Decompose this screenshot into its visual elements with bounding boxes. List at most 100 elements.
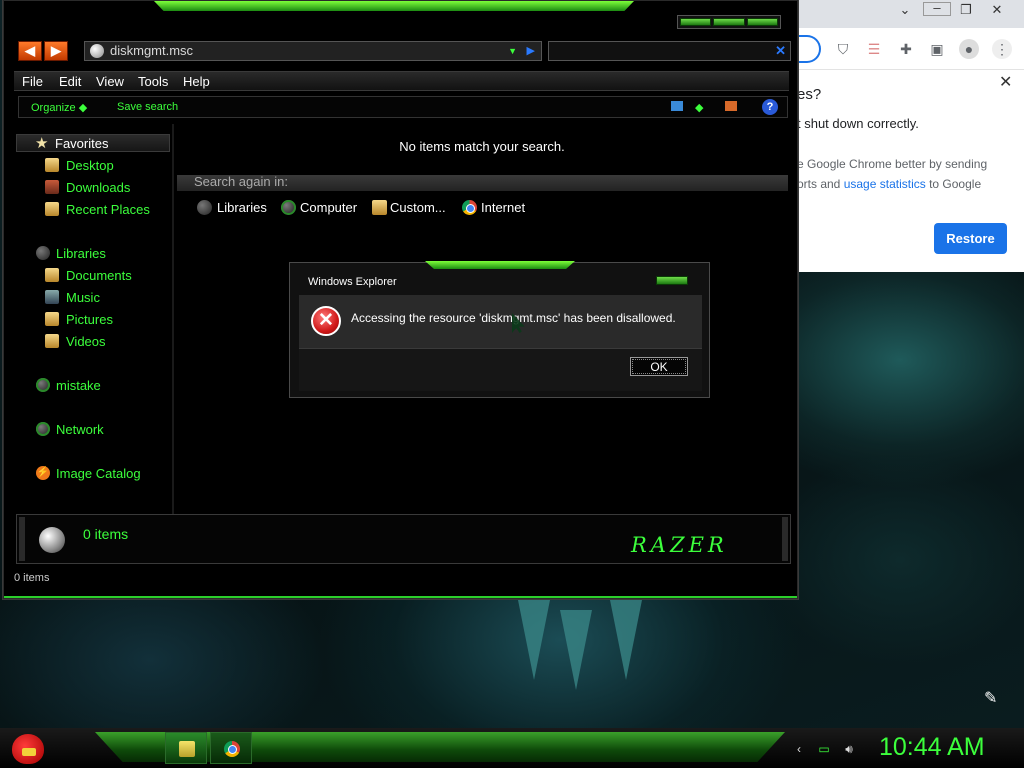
preview-pane-icon[interactable] <box>725 101 737 111</box>
nav-item-pictures[interactable]: Pictures <box>66 312 113 327</box>
bubble-close-icon[interactable]: ✕ <box>999 72 1012 92</box>
view-options-icon[interactable]: ◆ <box>695 101 703 114</box>
help-icon[interactable]: ? <box>762 99 778 115</box>
forward-button[interactable]: ▶ <box>44 41 68 61</box>
videos-icon <box>45 334 59 348</box>
dialog-close-button[interactable] <box>656 276 688 285</box>
recent-places-icon <box>45 202 59 216</box>
view-icon[interactable] <box>671 101 683 111</box>
nav-item-image-catalog[interactable]: Image Catalog <box>56 466 141 481</box>
search-input[interactable]: ✕ <box>548 41 791 61</box>
nav-item-downloads[interactable]: Downloads <box>66 180 130 195</box>
chevron-down-icon[interactable]: ⌄ <box>891 0 919 20</box>
custom-folder-icon <box>372 200 387 215</box>
nav-item-music[interactable]: Music <box>66 290 100 305</box>
nav-item-desktop[interactable]: Desktop <box>66 158 114 173</box>
search-in-internet[interactable]: Internet <box>481 200 525 215</box>
razer-logo: RAZER <box>631 533 728 557</box>
folder-icon <box>179 741 195 757</box>
details-frame-right <box>782 517 788 561</box>
tray-arrow-icon[interactable]: ‹ <box>792 742 806 756</box>
close-button[interactable] <box>746 18 778 26</box>
restore-bubble-body-line2: orts and usage statistics to Google <box>797 177 981 191</box>
chrome-icon <box>462 200 477 215</box>
menu-tools[interactable]: Tools <box>138 74 168 89</box>
taskbar-clock[interactable]: 10:44 AM <box>879 733 985 762</box>
usage-statistics-link[interactable]: usage statistics <box>844 177 926 191</box>
dialog-top-glow <box>425 261 575 269</box>
close-icon[interactable]: ✕ <box>983 0 1011 20</box>
restore-bubble-subtitle: t shut down correctly. <box>797 116 919 131</box>
nav-item-videos[interactable]: Videos <box>66 334 106 349</box>
wallpaper-fang <box>610 600 642 680</box>
chrome-icon <box>224 741 240 757</box>
translate-icon[interactable]: ☰ <box>864 39 884 59</box>
battery-icon[interactable]: ▭ <box>817 742 831 756</box>
details-pane: 0 items RAZER <box>16 514 791 564</box>
navigation-row: ◀ ▶ diskmgmt.msc ▼ ▶ ✕ <box>18 41 793 63</box>
organize-button[interactable]: Organize ◆ <box>31 101 87 114</box>
organize-label: Organize <box>31 102 76 114</box>
back-button[interactable]: ◀ <box>18 41 42 61</box>
minimize-button[interactable] <box>680 18 712 26</box>
search-in-computer[interactable]: Computer <box>300 200 357 215</box>
menu-edit[interactable]: Edit <box>59 74 81 89</box>
pictures-icon <box>45 312 59 326</box>
search-again-label: Search again in: <box>194 174 288 189</box>
search-orb-icon <box>39 527 65 553</box>
menu-bar: File Edit View Tools Help <box>14 71 789 91</box>
nav-item-mistake[interactable]: mistake <box>56 378 101 393</box>
body-text: to Google <box>925 177 982 191</box>
desktop-icon <box>45 158 59 172</box>
maximize-button[interactable] <box>713 18 745 26</box>
menu-file[interactable]: File <box>22 74 43 89</box>
nav-item-documents[interactable]: Documents <box>66 268 132 283</box>
command-bar: Organize ◆ Save search ◆ ? <box>18 96 788 118</box>
menu-view[interactable]: View <box>96 74 124 89</box>
ok-button[interactable]: OK <box>630 357 688 376</box>
omnibox[interactable] <box>797 35 821 63</box>
downloads-icon <box>45 180 59 194</box>
pencil-icon[interactable]: ✎ <box>984 688 997 708</box>
chevron-down-icon[interactable]: ▼ <box>508 42 517 60</box>
menu-icon[interactable]: ⋮ <box>992 39 1012 59</box>
taskbar-explorer-button[interactable] <box>165 732 207 764</box>
start-button[interactable] <box>8 728 48 768</box>
nav-item-libraries[interactable]: Libraries <box>56 246 106 261</box>
go-arrow-icon[interactable]: ▶ <box>527 42 535 60</box>
search-file-icon <box>90 44 104 58</box>
minimize-button[interactable]: – <box>923 1 951 16</box>
pane-divider[interactable] <box>172 124 174 514</box>
favorites-header[interactable]: ★ Favorites <box>16 134 170 152</box>
status-bar: 0 items <box>14 572 50 584</box>
search-in-custom[interactable]: Custom... <box>390 200 446 215</box>
ublock-icon[interactable]: ⛉ <box>833 39 853 59</box>
address-text: diskmgmt.msc <box>110 43 194 58</box>
search-in-libraries[interactable]: Libraries <box>217 200 267 215</box>
save-search-button[interactable]: Save search <box>117 101 178 113</box>
restore-button[interactable]: Restore <box>934 223 1007 254</box>
body-text: orts and <box>797 177 844 191</box>
homegroup-icon <box>36 378 50 392</box>
profile-icon[interactable]: ● <box>959 39 979 59</box>
window-top-glow <box>154 1 634 11</box>
menu-help[interactable]: Help <box>183 74 210 89</box>
chrome-toolbar: ⛉ ☰ ✚ ▣ ● ⋮ <box>797 28 1024 70</box>
clear-search-icon[interactable]: ✕ <box>775 43 786 59</box>
nav-item-recent-places[interactable]: Recent Places <box>66 202 150 217</box>
wallpaper-fang <box>560 610 592 690</box>
restore-bubble-body: e Google Chrome better by sending <box>797 157 988 171</box>
maximize-button[interactable]: ❐ <box>952 0 980 20</box>
documents-icon <box>45 268 59 282</box>
extensions-icon[interactable]: ✚ <box>896 39 916 59</box>
details-frame-left <box>19 517 25 561</box>
dialog-footer: OK <box>299 348 702 391</box>
lightning-icon: ⚡ <box>36 466 50 480</box>
volume-icon[interactable]: 🔊︎ <box>842 742 856 756</box>
address-bar[interactable]: diskmgmt.msc ▼ ▶ <box>84 41 542 61</box>
network-icon <box>36 422 50 436</box>
nav-item-network[interactable]: Network <box>56 422 104 437</box>
taskbar-chrome-button[interactable] <box>210 732 252 764</box>
sidepanel-icon[interactable]: ▣ <box>927 39 947 59</box>
dialog-body: ✕ Accessing the resource 'diskmgmt.msc' … <box>299 295 702 348</box>
